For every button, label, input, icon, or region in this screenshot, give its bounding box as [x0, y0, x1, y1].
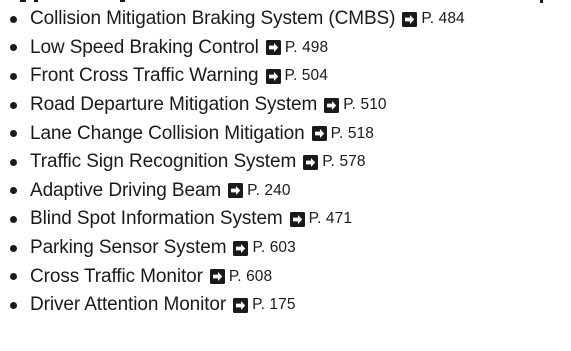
- list-item[interactable]: Driver Attention Monitor P. 175: [8, 291, 568, 320]
- arrow-right-box-icon: [324, 97, 340, 113]
- bullet-dot: [10, 101, 17, 109]
- page-reference-link[interactable]: P. 175: [252, 296, 295, 314]
- page-reference-link[interactable]: P. 240: [247, 182, 290, 200]
- arrow-right-box-icon: [311, 126, 327, 142]
- arrow-right-box-icon: [303, 154, 319, 170]
- arrow-right-box-icon: [233, 297, 249, 313]
- page-reference-link[interactable]: P. 498: [285, 39, 328, 57]
- bullet-dot: [10, 244, 17, 252]
- arrow-right-box-icon: [289, 211, 305, 227]
- page-reference-link[interactable]: P. 510: [343, 96, 386, 114]
- item-label: Lane Change Collision Mitigation: [30, 122, 305, 144]
- list-item[interactable]: Traffic Sign Recognition System P. 578: [8, 148, 568, 177]
- page-reference-link[interactable]: P. 471: [309, 210, 352, 228]
- bullet-dot: [10, 72, 17, 80]
- list-item[interactable]: Adaptive Driving Beam P. 240: [8, 177, 568, 206]
- bullet-dot: [10, 187, 17, 195]
- list-item[interactable]: Blind Spot Information System P. 471: [8, 205, 568, 234]
- bullet-dot: [10, 301, 17, 309]
- page-reference-link[interactable]: P. 608: [229, 268, 272, 286]
- page-reference-link[interactable]: P. 504: [285, 67, 328, 85]
- bullet-dot: [10, 44, 17, 52]
- page-reference-link[interactable]: P. 518: [331, 125, 374, 143]
- item-label: Low Speed Braking Control: [30, 36, 259, 58]
- page-reference-link[interactable]: P. 484: [421, 10, 464, 28]
- list-item[interactable]: Cross Traffic Monitor P. 608: [8, 262, 568, 291]
- bullet-dot: [10, 273, 17, 281]
- list-item[interactable]: Front Cross Traffic Warning P. 504: [8, 62, 568, 91]
- page-reference-link[interactable]: P. 603: [252, 239, 295, 257]
- item-label: Road Departure Mitigation System: [30, 94, 318, 116]
- list-item[interactable]: Road Departure Mitigation System P. 510: [8, 91, 568, 120]
- item-label: Parking Sensor System: [30, 237, 227, 259]
- item-label: Front Cross Traffic Warning: [30, 65, 259, 87]
- list-item[interactable]: Lane Change Collision Mitigation P. 518: [8, 119, 568, 148]
- page-reference-link[interactable]: P. 578: [322, 153, 365, 171]
- item-label: Collision Mitigation Braking System (CMB…: [30, 8, 396, 30]
- arrow-right-box-icon: [402, 11, 418, 27]
- item-label: Driver Attention Monitor: [30, 294, 227, 316]
- item-label: Cross Traffic Monitor: [30, 265, 203, 287]
- arrow-right-box-icon: [209, 269, 225, 285]
- arrow-right-box-icon: [265, 68, 281, 84]
- arrow-right-box-icon: [265, 40, 281, 56]
- bullet-dot: [10, 158, 17, 166]
- bullet-dot: [10, 215, 17, 223]
- arrow-right-box-icon: [228, 183, 244, 199]
- item-label: Blind Spot Information System: [30, 208, 283, 230]
- list-item[interactable]: Low Speed Braking Control P. 498: [8, 34, 568, 63]
- reference-list: Collision Mitigation Braking System (CMB…: [8, 5, 568, 320]
- list-item[interactable]: Parking Sensor System P. 603: [8, 234, 568, 263]
- bullet-dot: [10, 15, 17, 23]
- bullet-dot: [10, 130, 17, 138]
- list-item[interactable]: Collision Mitigation Braking System (CMB…: [8, 5, 568, 34]
- item-label: Traffic Sign Recognition System: [30, 151, 297, 173]
- arrow-right-box-icon: [233, 240, 249, 256]
- item-label: Adaptive Driving Beam: [30, 179, 222, 201]
